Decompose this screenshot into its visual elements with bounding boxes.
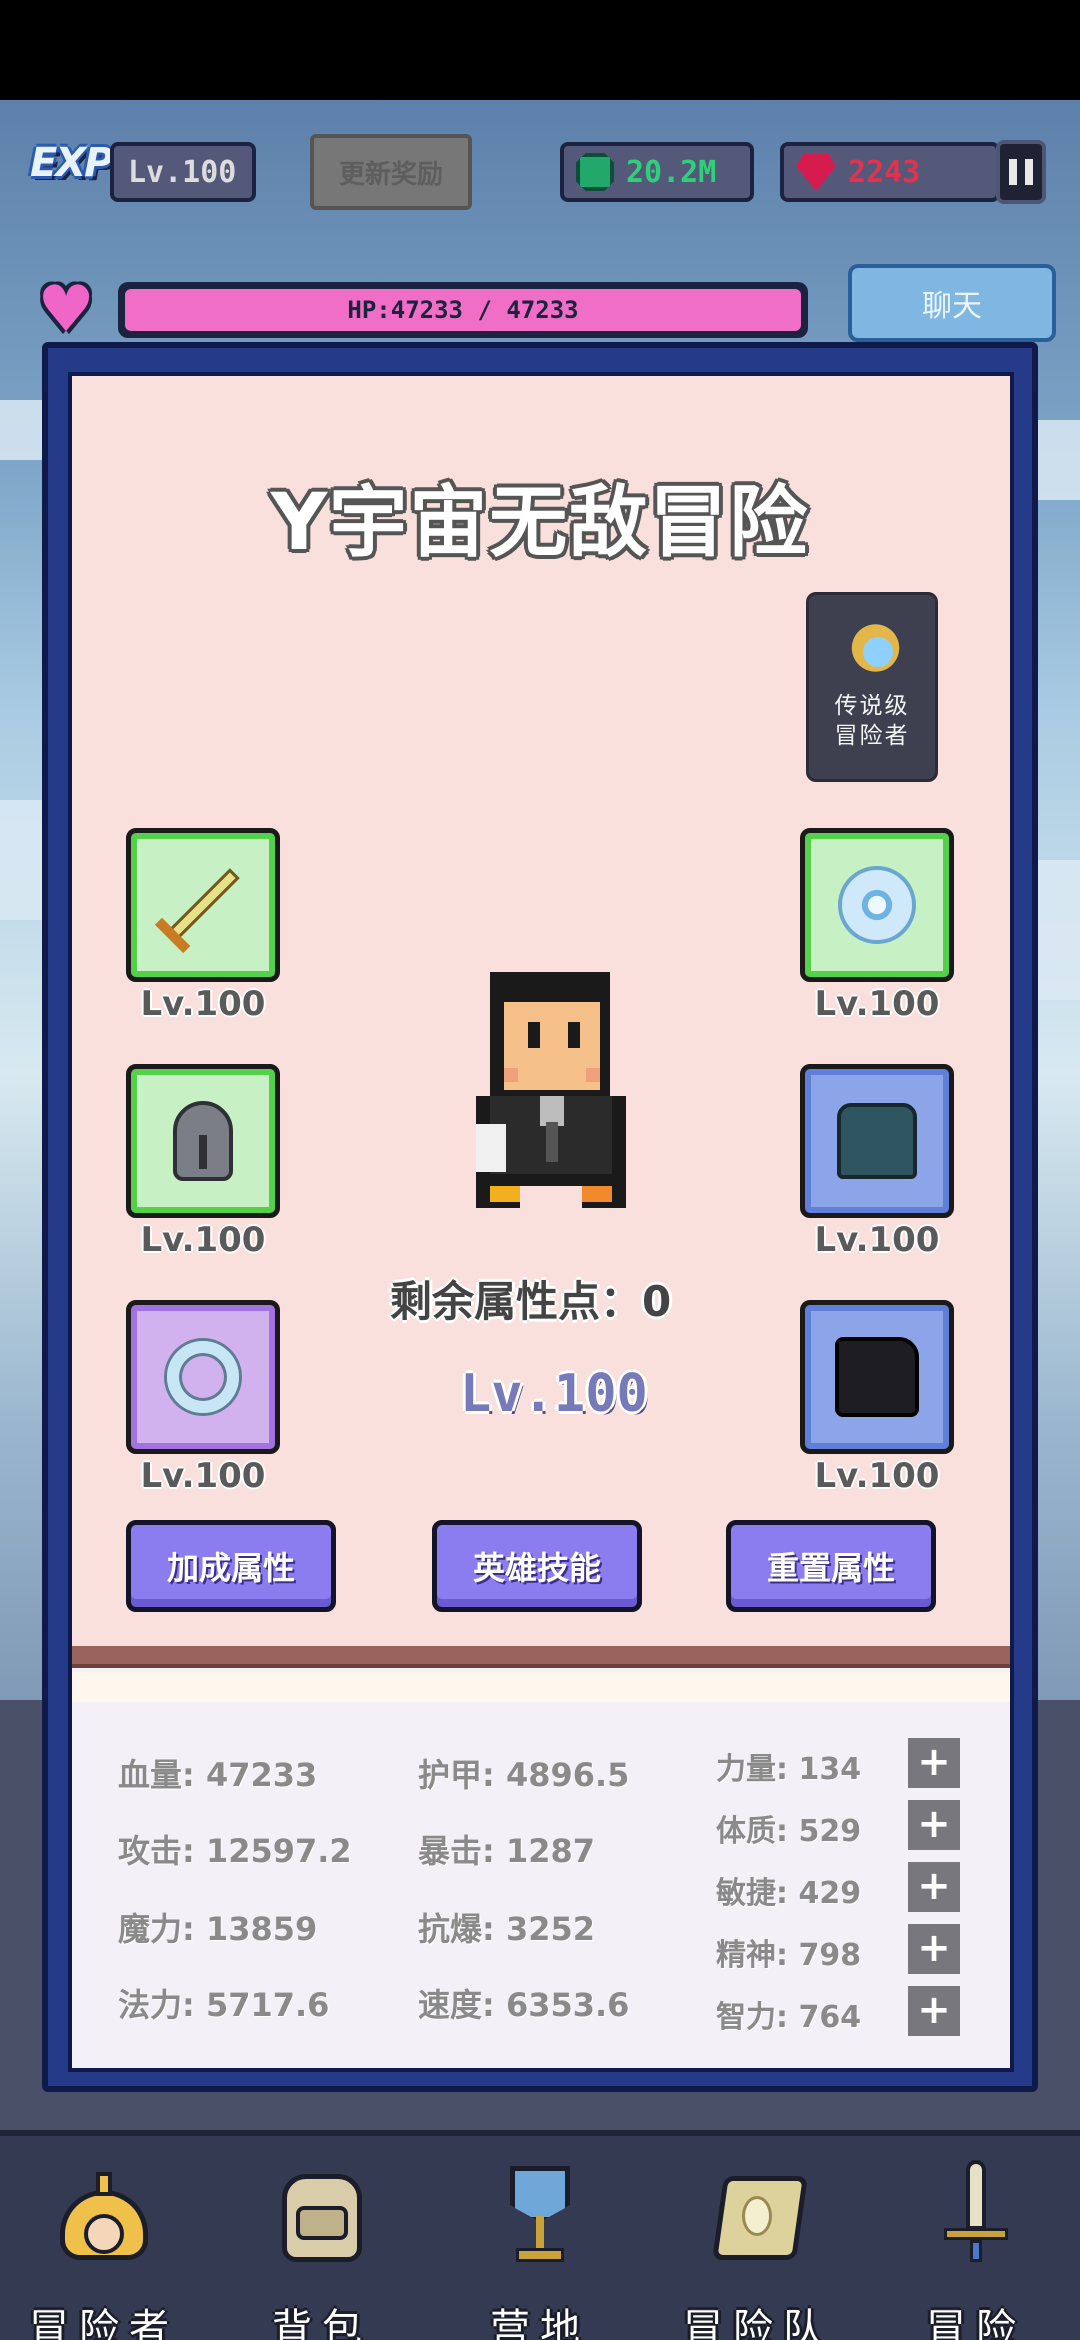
helmet-level: Lv.100	[140, 1220, 266, 1260]
nav-party-label: 冒险队	[683, 2306, 833, 2340]
exp-logo: EXP	[30, 140, 113, 186]
pause-button[interactable]	[996, 140, 1046, 204]
panel-divider	[72, 1646, 1010, 1668]
pause-icon	[1009, 159, 1017, 185]
book-icon	[708, 2160, 808, 2260]
nav-adventure[interactable]: 冒险	[876, 2150, 1076, 2340]
sword-icon	[166, 868, 240, 942]
nav-adventurer-label: 冒险者	[29, 2306, 179, 2340]
backpack-icon	[272, 2160, 372, 2262]
stat-hp: 血量: 47233	[118, 1756, 318, 1794]
attr-agility: 敏捷: 429	[716, 1876, 862, 1911]
badge-line-2: 冒险者	[834, 723, 910, 749]
armor-icon	[837, 1103, 917, 1179]
stat-speed: 速度: 6353.6	[418, 1986, 630, 2024]
equip-slot-armor[interactable]	[800, 1064, 954, 1218]
update-reward-button[interactable]: 更新奖励	[310, 134, 472, 210]
gem-amount: 20.2M	[626, 154, 717, 190]
camp-banner-icon	[490, 2160, 590, 2262]
ruby-amount: 2243	[848, 154, 921, 190]
stat-magic: 魔力: 13859	[118, 1910, 318, 1948]
add-spirit-button[interactable]: +	[908, 1924, 960, 1974]
add-intelligence-button[interactable]: +	[908, 1986, 960, 2036]
armor-level: Lv.100	[814, 1220, 940, 1260]
stat-crit-resist: 抗爆: 3252	[418, 1910, 596, 1948]
nav-backpack-label: 背包	[272, 2306, 372, 2340]
hp-bar: HP:47233 / 47233	[118, 282, 808, 338]
gem-currency[interactable]: 20.2M	[560, 142, 754, 202]
legendary-adventurer-badge[interactable]: 传说级 冒险者	[806, 592, 938, 782]
heart-icon: ♥	[37, 273, 95, 347]
hero-level: Lv.100	[460, 1364, 648, 1424]
equip-slot-boots[interactable]	[800, 1300, 954, 1454]
hero-name: Y宇宙无敌冒险	[270, 478, 810, 568]
nav-camp[interactable]: 营地	[440, 2150, 640, 2340]
hero-skills-button[interactable]: 英雄技能	[432, 1520, 642, 1612]
hero-character	[476, 972, 626, 1212]
boots-level: Lv.100	[814, 1456, 940, 1496]
equip-slot-weapon[interactable]	[126, 828, 280, 982]
pause-icon	[1025, 159, 1033, 185]
boots-icon	[835, 1337, 919, 1417]
attr-strength: 力量: 134	[716, 1752, 862, 1787]
nav-backpack[interactable]: 背包	[222, 2150, 422, 2340]
helmet-icon	[173, 1101, 233, 1181]
stat-crit: 暴击: 1287	[418, 1832, 596, 1870]
emerald-icon	[576, 153, 614, 191]
attr-spirit: 精神: 798	[716, 1938, 862, 1973]
add-constitution-button[interactable]: +	[908, 1800, 960, 1850]
nav-adventurer[interactable]: 冒险者	[4, 2150, 204, 2340]
accessory-level: Lv.100	[814, 984, 940, 1024]
player-level-box: Lv.100	[110, 142, 256, 202]
ruby-icon	[796, 153, 836, 191]
stat-mana: 法力: 5717.6	[118, 1986, 330, 2024]
badge-line-1: 传说级	[834, 693, 910, 719]
ring-icon	[167, 1341, 239, 1413]
nav-adventure-label: 冒险	[926, 2306, 1026, 2340]
sword-nav-icon	[926, 2160, 1026, 2262]
remaining-attribute-points: 剩余属性点：0	[390, 1276, 672, 1326]
orb-icon	[838, 866, 916, 944]
stat-armor: 护甲: 4896.5	[418, 1756, 630, 1794]
reset-attributes-button[interactable]: 重置属性	[726, 1520, 936, 1612]
panel-divider-light	[72, 1672, 1010, 1702]
attr-constitution: 体质: 529	[716, 1814, 862, 1849]
crown-icon	[54, 2160, 154, 2260]
chat-button[interactable]: 聊天	[848, 264, 1056, 342]
equip-slot-ring[interactable]	[126, 1300, 280, 1454]
ring-level: Lv.100	[140, 1456, 266, 1496]
ruby-currency[interactable]: 2243	[780, 142, 1000, 202]
equip-slot-helmet[interactable]	[126, 1064, 280, 1218]
stat-attack: 攻击: 12597.2	[118, 1832, 352, 1870]
legend-emblem-icon	[837, 613, 907, 683]
status-bar	[0, 0, 1080, 100]
add-agility-button[interactable]: +	[908, 1862, 960, 1912]
bonus-attributes-button[interactable]: 加成属性	[126, 1520, 336, 1612]
equip-slot-accessory[interactable]	[800, 828, 954, 982]
nav-camp-label: 营地	[490, 2306, 590, 2340]
hp-text: HP:47233 / 47233	[125, 289, 801, 331]
player-level: Lv.100	[128, 154, 237, 190]
attr-intelligence: 智力: 764	[716, 2000, 862, 2035]
weapon-level: Lv.100	[140, 984, 266, 1024]
nav-party[interactable]: 冒险队	[658, 2150, 858, 2340]
add-strength-button[interactable]: +	[908, 1738, 960, 1788]
